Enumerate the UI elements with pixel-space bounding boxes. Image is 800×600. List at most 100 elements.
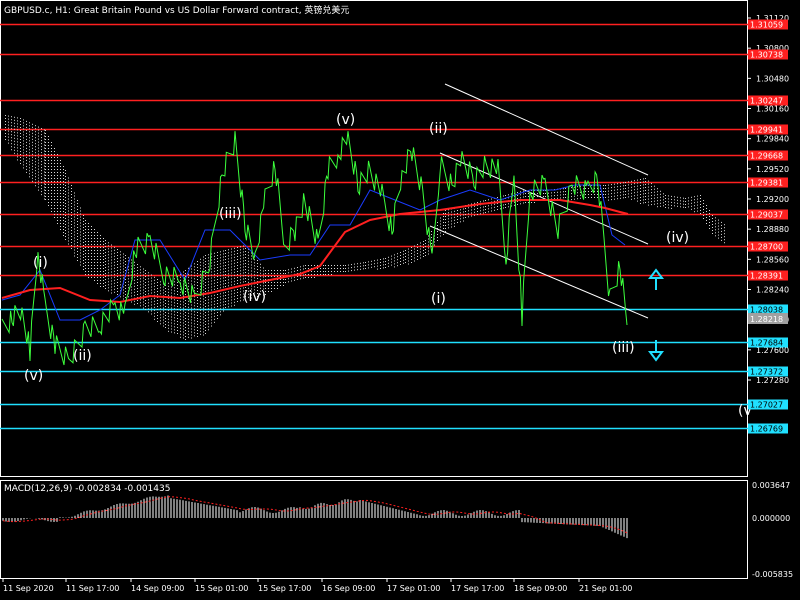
- cloud-dot: [465, 208, 466, 209]
- cloud-dot: [228, 267, 229, 269]
- cloud-dot: [603, 185, 604, 186]
- cloud-dot: [94, 259, 95, 260]
- cloud-dot: [377, 265, 378, 267]
- cloud-dot: [343, 268, 344, 269]
- cloud-dot: [651, 189, 652, 191]
- cloud-dot: [451, 211, 452, 213]
- cloud-dot: [44, 189, 45, 191]
- cloud-dot: [85, 232, 86, 233]
- cloud-dot: [77, 239, 78, 240]
- cloud-dot: [65, 194, 66, 195]
- cloud-dot: [337, 271, 338, 272]
- cloud-dot: [494, 209, 495, 211]
- cloud-dot: [712, 215, 713, 216]
- cloud-dot: [414, 254, 415, 256]
- cloud-dot: [94, 265, 95, 266]
- cloud-dot: [211, 265, 212, 267]
- cloud-dot: [183, 331, 184, 333]
- cloud-dot: [165, 303, 166, 304]
- cloud-dot: [114, 246, 115, 248]
- cloud-dot: [308, 274, 309, 275]
- cloud-dot: [71, 185, 72, 186]
- cloud-dot: [243, 245, 244, 247]
- cloud-dot: [114, 273, 115, 275]
- cloud-dot: [57, 154, 58, 155]
- cloud-dot: [703, 212, 704, 213]
- cloud-dot: [220, 308, 221, 310]
- cloud-dot: [214, 303, 215, 305]
- cloud-dot: [188, 333, 189, 335]
- cloud-dot: [154, 303, 155, 305]
- cloud-dot: [200, 312, 201, 314]
- cloud-dot: [11, 122, 12, 124]
- cloud-dot: [145, 273, 146, 274]
- cloud-dot: [183, 316, 184, 318]
- cloud-dot: [80, 243, 81, 245]
- cloud-dot: [628, 181, 629, 183]
- cloud-dot: [715, 229, 716, 231]
- cloud-dot: [125, 291, 126, 292]
- cloud-dot: [77, 230, 78, 231]
- cloud-dot: [380, 259, 381, 260]
- cloud-dot: [271, 285, 272, 286]
- price-axis: 1.311201.308001.304801.301601.298401.295…: [748, 14, 789, 385]
- cloud-dot: [51, 160, 52, 161]
- cloud-dot: [597, 191, 598, 192]
- cloud-dot: [191, 304, 192, 306]
- cloud-dot: [554, 192, 555, 194]
- cloud-dot: [80, 258, 81, 260]
- chart-canvas[interactable]: (v)(i)(ii)(iii)(iv)(v)(ii)(i)(iii)(iv)(v…: [0, 0, 800, 600]
- cloud-dot: [103, 256, 104, 257]
- cloud-dot: [724, 236, 725, 238]
- cloud-dot: [38, 144, 39, 146]
- cloud-dot: [200, 303, 201, 305]
- cloud-dot: [117, 279, 118, 280]
- cloud-dot: [97, 244, 98, 245]
- cloud-dot: [17, 123, 18, 125]
- cloud-dot: [77, 248, 78, 249]
- cloud-dot: [368, 264, 369, 266]
- cloud-dot: [194, 302, 195, 304]
- cloud-dot: [123, 256, 124, 258]
- cloud-dot: [163, 289, 164, 291]
- cloud-dot: [208, 317, 209, 319]
- cloud-dot: [35, 155, 36, 157]
- cloud-dot: [11, 134, 12, 136]
- cloud-dot: [8, 115, 9, 117]
- cloud-dot: [631, 186, 632, 188]
- cloud-dot: [348, 270, 349, 272]
- cloud-dot: [23, 122, 24, 124]
- cloud-dot: [628, 196, 629, 198]
- cloud-dot: [203, 334, 204, 336]
- cloud-dot: [134, 276, 135, 278]
- cloud-dot: [271, 282, 272, 283]
- cloud-dot: [105, 249, 106, 250]
- cloud-dot: [105, 267, 106, 268]
- cloud-dot: [200, 327, 201, 329]
- cloud-dot: [23, 137, 24, 139]
- cloud-dot: [38, 180, 39, 182]
- cloud-dot: [26, 138, 27, 140]
- cloud-dot: [26, 162, 27, 164]
- cloud-dot: [44, 186, 45, 188]
- cloud-dot: [712, 227, 713, 228]
- cloud-dot: [105, 282, 106, 283]
- cloud-dot: [203, 256, 204, 258]
- cloud-dot: [160, 308, 161, 310]
- cloud-dot: [108, 284, 109, 286]
- cloud-dot: [217, 276, 218, 277]
- cloud-dot: [188, 300, 189, 302]
- cloud-dot: [200, 270, 201, 272]
- cloud-dot: [5, 130, 6, 131]
- cloud-dot: [111, 286, 112, 288]
- cloud-dot: [451, 217, 452, 219]
- cloud-dot: [203, 313, 204, 315]
- cloud-dot: [554, 195, 555, 197]
- cloud-dot: [60, 205, 61, 206]
- cloud-dot: [220, 254, 221, 256]
- cloud-dot: [291, 280, 292, 282]
- cloud-dot: [185, 324, 186, 325]
- cloud-dot: [718, 219, 719, 221]
- cloud-dot: [77, 251, 78, 252]
- cloud-dot: [565, 191, 566, 192]
